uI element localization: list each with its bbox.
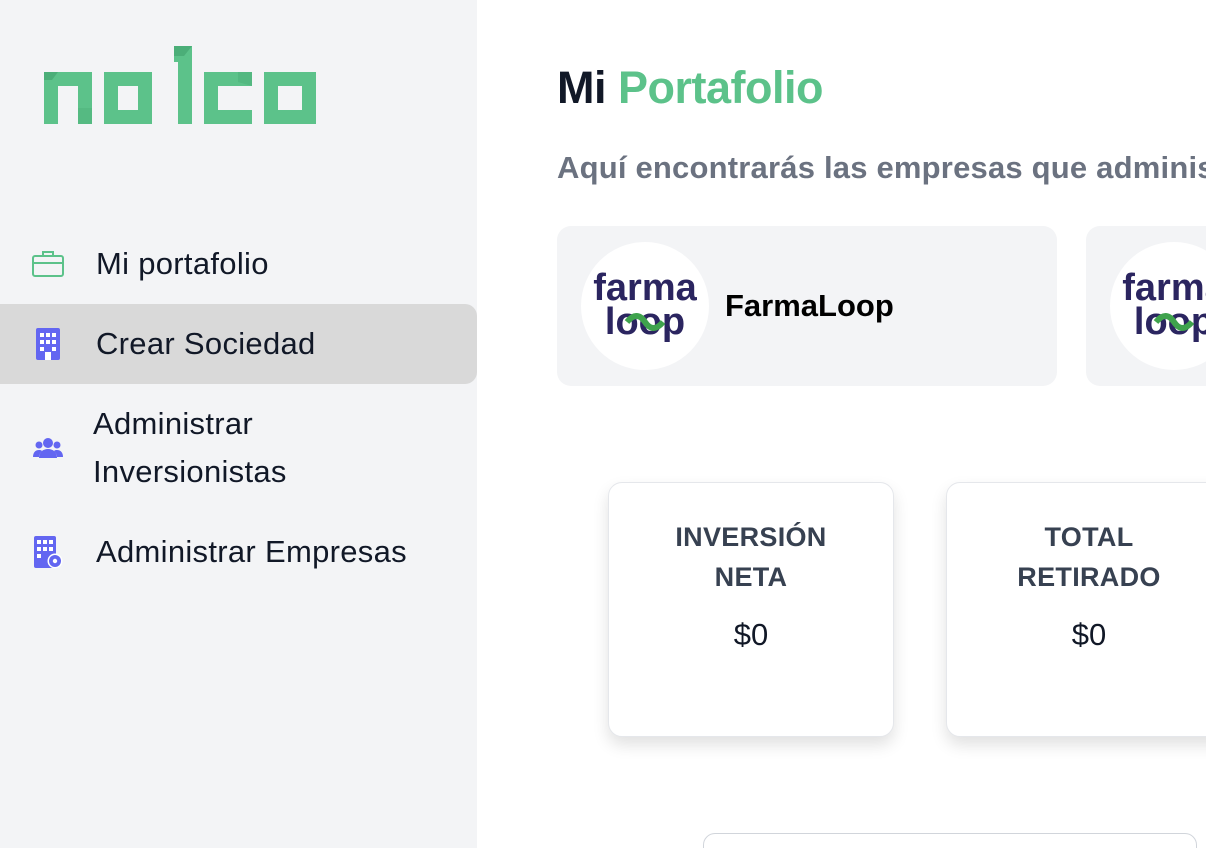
stat-value: $0 — [733, 617, 769, 652]
stat-label: INVERSIÓN NETA — [675, 522, 827, 592]
company-logo: farma loop — [581, 242, 709, 370]
users-icon — [30, 430, 66, 466]
company-name: FarmaLoop — [725, 288, 894, 323]
building-icon — [30, 326, 66, 362]
page-subtitle: Aquí encontrarás las empresas que admini… — [557, 150, 1206, 185]
sidebar-item-mi-portafolio[interactable]: Mi portafolio — [0, 224, 477, 304]
nolco-logo[interactable] — [42, 44, 320, 126]
logo-text-bottom: loop — [1134, 301, 1206, 343]
stat-card-total-retirado: TOTAL RETIRADO $0 — [946, 482, 1206, 737]
company-card-farmaloop[interactable]: farma loop FarmaLoop — [557, 226, 1057, 386]
sidebar: Mi portafolio Crear Sociedad Administrar… — [0, 0, 477, 848]
sidebar-item-label: Administrar Empresas — [96, 534, 407, 569]
stat-label: TOTAL RETIRADO — [1017, 522, 1161, 592]
sidebar-item-administrar-inversionistas[interactable]: Administrar Inversionistas — [0, 400, 477, 496]
bottom-panel — [703, 833, 1197, 848]
building-gear-icon — [30, 534, 66, 570]
sidebar-item-label: Mi portafolio — [96, 246, 269, 281]
sidebar-item-administrar-empresas[interactable]: Administrar Empresas — [0, 512, 477, 592]
briefcase-icon — [30, 246, 66, 282]
page-title-accent: Portafolio — [618, 62, 824, 113]
stat-card-inversion-neta: INVERSIÓN NETA $0 — [608, 482, 894, 737]
company-logo: farma loop — [1110, 242, 1206, 370]
sidebar-item-label: Administrar Inversionistas — [93, 406, 287, 489]
main-content: Mi Portafolio Aquí encontrarás las empre… — [477, 0, 1206, 848]
company-card-second[interactable]: farma loop — [1086, 226, 1206, 386]
page-title: Mi Portafolio — [557, 62, 824, 114]
stat-value: $0 — [1071, 617, 1107, 652]
sidebar-item-label: Crear Sociedad — [96, 326, 316, 361]
page-title-prefix: Mi — [557, 62, 607, 113]
sidebar-item-crear-sociedad[interactable]: Crear Sociedad — [0, 304, 477, 384]
